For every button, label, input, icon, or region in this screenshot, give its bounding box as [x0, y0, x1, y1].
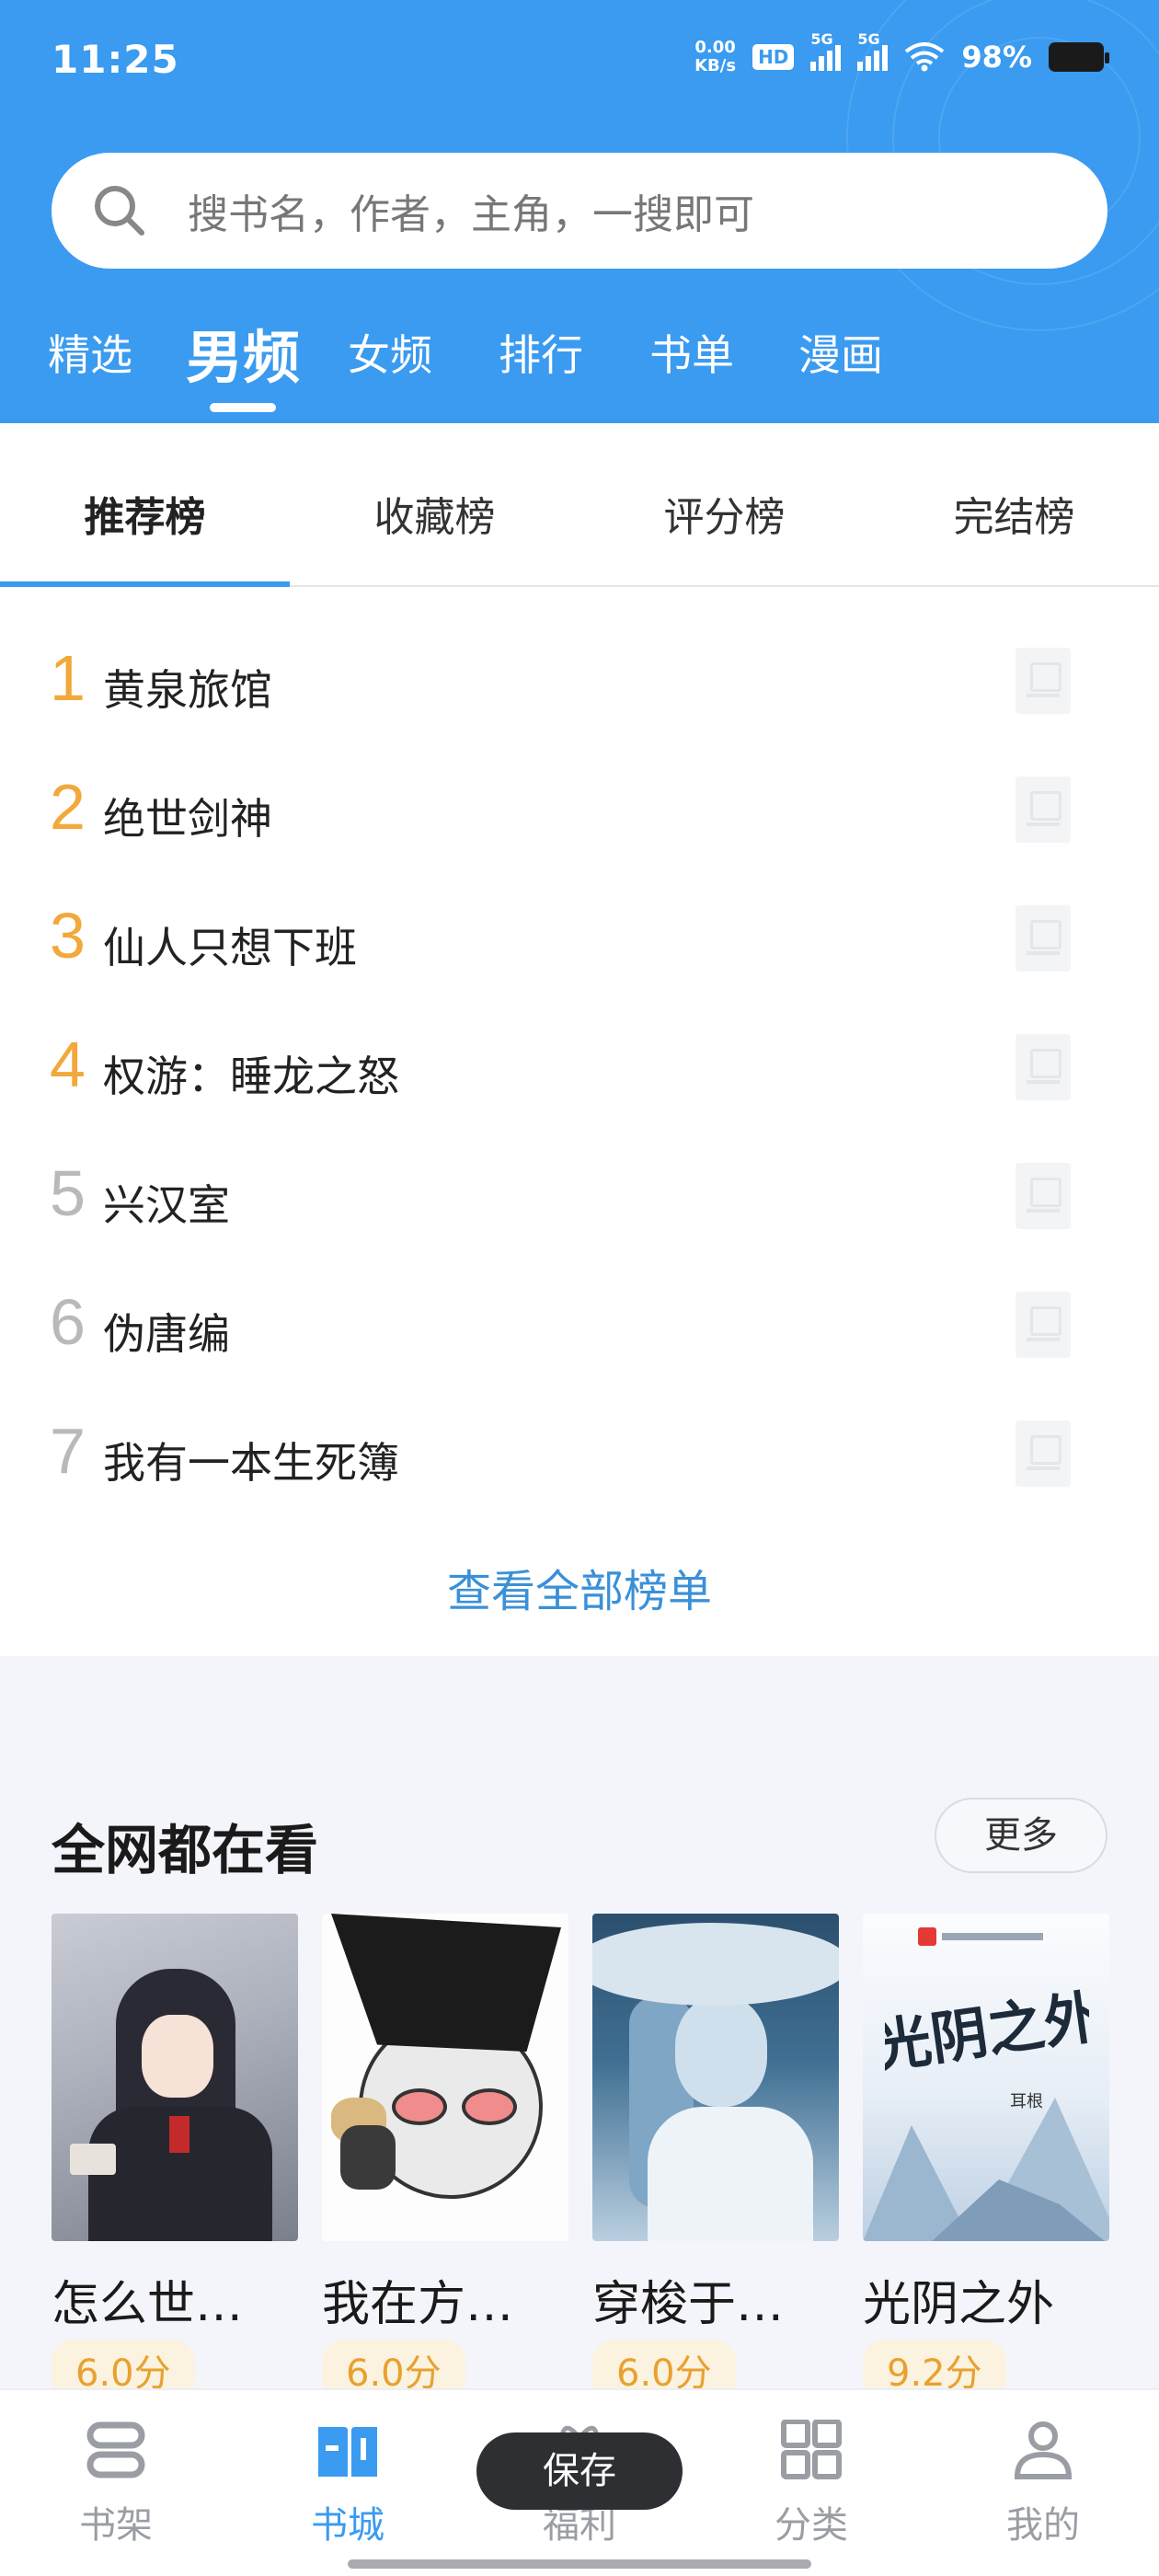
rank-number: 4 — [50, 1029, 86, 1100]
book-card[interactable]: 光阴之外 耳根 光阴之外 9.2分 — [863, 1914, 1109, 2400]
book-title: 权游：睡龙之怒 — [103, 1052, 399, 1101]
category-grid-icon — [781, 2419, 842, 2479]
cover-calligraphy-title: 光阴之外 — [885, 1983, 1089, 2081]
header: 11:25 0.00 KB/s HD 5G 5G 98% 搜书名，作者，主角，一… — [0, 0, 1159, 423]
signal-icon: 5G — [857, 30, 889, 71]
tab-recommended-rank[interactable]: 推荐榜 — [0, 484, 290, 543]
tab-featured[interactable]: 精选 — [48, 322, 132, 383]
nav-category[interactable]: 分类 — [738, 2419, 885, 2548]
book-cover-placeholder — [1016, 776, 1071, 843]
rank-number: 6 — [50, 1286, 86, 1358]
book-cover-placeholder — [1016, 1034, 1071, 1100]
tab-booklist[interactable]: 书单 — [649, 322, 734, 383]
tab-completed-rank[interactable]: 完结榜 — [869, 484, 1159, 543]
book-card[interactable]: 穿梭于… 6.0分 — [592, 1914, 839, 2400]
rank-number: 1 — [50, 642, 86, 714]
rank-number: 2 — [50, 771, 86, 843]
book-title: 兴汉室 — [103, 1180, 230, 1230]
publisher-logo — [918, 1926, 1056, 1947]
more-button[interactable]: 更多 — [935, 1798, 1107, 1873]
status-icons: 0.00 KB/s HD 5G 5G 98% — [694, 30, 1109, 75]
view-all-rankings-link[interactable]: 查看全部榜单 — [0, 1555, 1159, 1619]
book-card[interactable]: 怎么世… 6.0分 — [52, 1914, 298, 2400]
rank-number: 3 — [50, 900, 86, 972]
search-icon — [95, 186, 144, 236]
nav-label: 书城 — [311, 2504, 384, 2547]
book-cover-placeholder — [1016, 648, 1071, 714]
bookstore-icon — [318, 2427, 377, 2477]
search-bar[interactable]: 搜书名，作者，主角，一搜即可 — [52, 153, 1107, 269]
rank-list-item[interactable]: 1 黄泉旅馆 — [0, 613, 1159, 742]
section-title: 全网都在看 — [52, 1819, 319, 1881]
book-title: 光阴之外 — [863, 2277, 1055, 2332]
ranking-tab-bar: 推荐榜 收藏榜 评分榜 完结榜 — [0, 423, 1159, 587]
save-button[interactable]: 保存 — [476, 2432, 683, 2510]
nav-bookstore[interactable]: 书城 — [274, 2420, 421, 2548]
book-title: 绝世剑神 — [103, 794, 272, 844]
status-bar: 11:25 0.00 KB/s HD 5G 5G 98% — [0, 0, 1159, 129]
tab-favorites-rank[interactable]: 收藏榜 — [290, 484, 580, 543]
bookshelf-icon — [86, 2421, 145, 2478]
book-cover — [592, 1914, 839, 2241]
book-title: 黄泉旅馆 — [103, 665, 272, 715]
book-cover: 光阴之外 耳根 — [863, 1914, 1109, 2241]
rank-list-item[interactable]: 7 我有一本生死簿 — [0, 1386, 1159, 1514]
book-title: 仙人只想下班 — [103, 923, 357, 972]
wifi-icon — [905, 42, 945, 72]
network-speed-value: 0.00 — [694, 38, 736, 57]
book-title: 穿梭于… — [592, 2277, 785, 2332]
rank-list-item[interactable]: 4 权游：睡龙之怒 — [0, 999, 1159, 1128]
status-time: 11:25 — [52, 37, 179, 82]
active-tab-indicator — [210, 403, 276, 412]
home-indicator[interactable] — [348, 2559, 811, 2569]
rank-list-item[interactable]: 2 绝世剑神 — [0, 742, 1159, 870]
book-card[interactable]: 我在方… 6.0分 — [322, 1914, 568, 2400]
tab-rating-rank[interactable]: 评分榜 — [580, 484, 869, 543]
rank-number: 7 — [50, 1415, 86, 1487]
nav-profile[interactable]: 我的 — [970, 2420, 1117, 2548]
network-speed-unit: KB/s — [694, 56, 737, 75]
rank-number: 5 — [50, 1157, 86, 1229]
nav-label: 我的 — [1006, 2504, 1080, 2547]
ranking-card: 推荐榜 收藏榜 评分榜 完结榜 1 黄泉旅馆 2 绝世剑神 3 仙人只想下班 4… — [0, 423, 1159, 1656]
signal-icon: 5G — [810, 30, 842, 71]
battery-icon — [1049, 42, 1109, 72]
nav-label: 书架 — [79, 2504, 153, 2547]
rank-list-item[interactable]: 3 仙人只想下班 — [0, 870, 1159, 999]
battery-percent: 98% — [961, 40, 1032, 75]
hd-voice-icon: HD — [752, 44, 795, 70]
book-cover — [322, 1914, 568, 2241]
rank-list-item[interactable]: 5 兴汉室 — [0, 1128, 1159, 1257]
tab-comics[interactable]: 漫画 — [798, 322, 883, 383]
book-title: 我在方… — [322, 2277, 514, 2332]
cover-author: 耳根 — [1010, 2092, 1043, 2111]
svg-text:光阴之外: 光阴之外 — [885, 1983, 1089, 2081]
tab-ranking[interactable]: 排行 — [499, 322, 583, 383]
book-title: 伪唐编 — [103, 1309, 230, 1359]
tab-female[interactable]: 女频 — [348, 322, 432, 383]
nav-label: 分类 — [775, 2504, 848, 2547]
book-cover — [52, 1914, 298, 2241]
book-cover-placeholder — [1016, 1163, 1071, 1229]
book-title: 我有一本生死簿 — [103, 1438, 399, 1488]
book-cover-placeholder — [1016, 1292, 1071, 1358]
top-tab-bar: 精选 男频 女频 排行 书单 漫画 — [0, 304, 1159, 423]
rank-list-item[interactable]: 6 伪唐编 — [0, 1257, 1159, 1386]
active-rank-tab-indicator — [0, 581, 290, 587]
nav-bookshelf[interactable]: 书架 — [42, 2420, 189, 2548]
network-type-label: 5G — [857, 30, 880, 48]
app-screen: 11:25 0.00 KB/s HD 5G 5G 98% 搜书名，作者，主角，一… — [0, 0, 1159, 2576]
tab-male[interactable]: 男频 — [186, 311, 300, 394]
network-type-label: 5G — [810, 30, 833, 48]
profile-icon — [1014, 2421, 1073, 2479]
network-speed: 0.00 KB/s — [694, 39, 736, 75]
book-cover-placeholder — [1016, 905, 1071, 972]
book-title: 怎么世… — [52, 2277, 244, 2332]
search-placeholder: 搜书名，作者，主角，一搜即可 — [188, 191, 754, 238]
book-cover-placeholder — [1016, 1420, 1071, 1487]
